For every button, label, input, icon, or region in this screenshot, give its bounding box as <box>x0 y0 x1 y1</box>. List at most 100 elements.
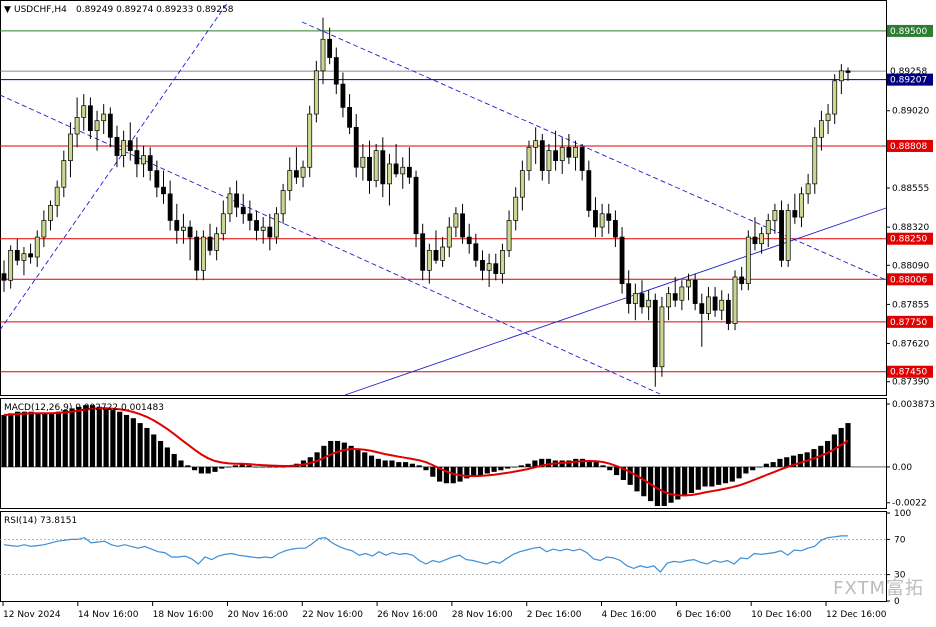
x-tick-label: 22 Nov 16:00 <box>302 610 363 620</box>
candle <box>752 217 758 251</box>
candle <box>825 104 831 134</box>
rsi-label: RSI(14) 73.8151 <box>4 516 77 526</box>
level-lines: 0.895000.892580.892070.888080.882500.880… <box>0 24 933 378</box>
x-tick-label: 12 Nov 2024 <box>3 610 61 620</box>
level-tag-label: 0.88250 <box>890 235 927 245</box>
candle-body-bull <box>526 146 532 171</box>
candle <box>406 147 412 184</box>
candle-body-bear <box>639 293 645 308</box>
level-tag-label: 0.87750 <box>890 318 927 328</box>
macd-bar <box>634 466 640 492</box>
macd-bar <box>103 408 109 467</box>
macd-bar <box>110 410 116 467</box>
candle-body-bear <box>393 163 399 175</box>
candle <box>765 213 771 248</box>
level-tag-label: 0.89500 <box>890 27 927 37</box>
candle <box>107 107 113 148</box>
candle-body-bull <box>320 38 326 72</box>
candle <box>161 170 166 204</box>
macd-bar <box>69 408 75 467</box>
candle-body-bull <box>307 113 313 168</box>
macd-bar <box>137 423 143 467</box>
candle-body-bull <box>34 236 40 258</box>
candle-body-bear <box>626 283 632 304</box>
candle <box>200 230 206 281</box>
candle-body-bull <box>659 306 665 368</box>
candle <box>48 200 53 231</box>
macd-bar <box>409 463 415 467</box>
macd-bar <box>756 466 763 468</box>
macd-bar <box>266 466 273 468</box>
candle <box>420 223 426 281</box>
macd-bar <box>185 465 191 467</box>
candle-body-bear <box>672 293 678 301</box>
candle-body-bear <box>127 140 133 151</box>
candle-body-bull <box>799 193 804 218</box>
rsi-tick-label: 100 <box>894 509 911 519</box>
candle-body-bull <box>94 120 100 132</box>
candle-body-bear <box>739 276 745 284</box>
macd-bar <box>845 423 851 467</box>
candle <box>260 217 266 244</box>
candle-body-bull <box>21 253 27 261</box>
candle <box>593 197 598 238</box>
macd-bar <box>763 463 769 467</box>
candle-body-bear <box>473 243 479 261</box>
level-tag-label: 0.88006 <box>890 275 927 285</box>
candle <box>68 122 73 178</box>
macd-bar <box>668 466 674 503</box>
candle <box>686 273 691 301</box>
candle <box>254 210 259 241</box>
candle <box>606 203 612 234</box>
price-tick-label: 0.87620 <box>892 339 929 349</box>
macd-bar <box>280 466 286 468</box>
macd-signal-line <box>3 407 849 497</box>
candle <box>739 266 745 291</box>
candle-body-bull <box>679 286 685 301</box>
macd-bar <box>96 406 102 467</box>
header-arrow-icon[interactable]: ▼ <box>4 5 11 15</box>
macd-bar <box>430 466 436 477</box>
candle-body-bull <box>446 226 452 248</box>
candle <box>8 245 14 289</box>
candle <box>732 270 738 331</box>
candle <box>41 210 47 248</box>
macd-bar <box>117 411 123 467</box>
level-tag-label: 0.89207 <box>890 76 927 86</box>
candle-body-bull <box>214 233 220 251</box>
candle <box>207 223 213 256</box>
trendline-up-dashed <box>0 1 229 331</box>
candle-body-bear <box>353 126 359 168</box>
candle <box>61 150 67 198</box>
candle <box>373 143 379 188</box>
x-tick-label: 4 Dec 16:00 <box>602 610 657 620</box>
candle <box>712 286 718 317</box>
candle <box>287 157 293 201</box>
candle <box>706 286 711 321</box>
candle-body-bear <box>779 210 784 261</box>
candle-body-bear <box>612 220 618 238</box>
candle <box>121 130 127 168</box>
candle <box>772 203 778 234</box>
candle <box>626 270 632 314</box>
candle-body-bull <box>300 166 306 178</box>
macd-bar <box>613 466 620 476</box>
candle-body-bull <box>838 70 844 82</box>
x-tick-label: 6 Dec 16:00 <box>676 610 731 620</box>
candle <box>812 127 818 194</box>
x-axis: 12 Nov 2024 14 Nov 16:00 18 Nov 16:00 20 No… <box>2 602 887 620</box>
watermark: FXTM富拓 <box>833 578 924 599</box>
candle-body-bull <box>825 113 831 122</box>
candle-body-bear <box>333 57 339 85</box>
macd-bar <box>627 466 633 485</box>
candle <box>28 243 33 264</box>
candle-body-bear <box>114 136 120 156</box>
candle-body-bull <box>819 120 824 138</box>
candle-body-bull <box>313 70 319 115</box>
candle <box>573 140 578 171</box>
macd-bar <box>164 447 170 467</box>
candle-body-bear <box>586 170 592 211</box>
candle-body-bull <box>287 170 293 191</box>
candle-body-bull <box>48 205 53 221</box>
candle-body-bull <box>706 296 711 314</box>
